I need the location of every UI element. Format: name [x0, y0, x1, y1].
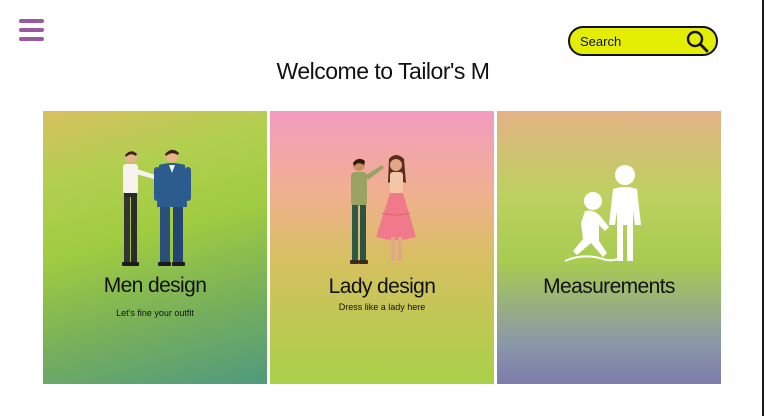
tailor-fitting-lady-illustration	[350, 155, 416, 264]
card-title-lady: Lady design	[328, 275, 436, 298]
page-title: Welcome to Tailor's M	[276, 58, 490, 84]
hamburger-menu-icon[interactable]	[19, 19, 44, 41]
tailor-fitting-men-illustration	[122, 149, 191, 266]
search-input[interactable]	[580, 33, 684, 49]
card-subtitle-lady: Dress like a lady here	[338, 302, 426, 312]
search-bar[interactable]	[568, 26, 718, 56]
card-title-measurements: Measurements	[543, 275, 675, 298]
men-design-card[interactable]: Men design Let's fine your outfit	[43, 111, 267, 384]
measurement-icon	[564, 165, 641, 262]
search-icon[interactable]	[684, 28, 710, 54]
measurements-card[interactable]: Measurements	[497, 111, 721, 384]
lady-design-card[interactable]: Lady design Dress like a lady here	[270, 111, 494, 384]
card-title-men: Men design	[103, 274, 207, 297]
card-subtitle-men: Let's fine your outfit	[116, 308, 194, 318]
